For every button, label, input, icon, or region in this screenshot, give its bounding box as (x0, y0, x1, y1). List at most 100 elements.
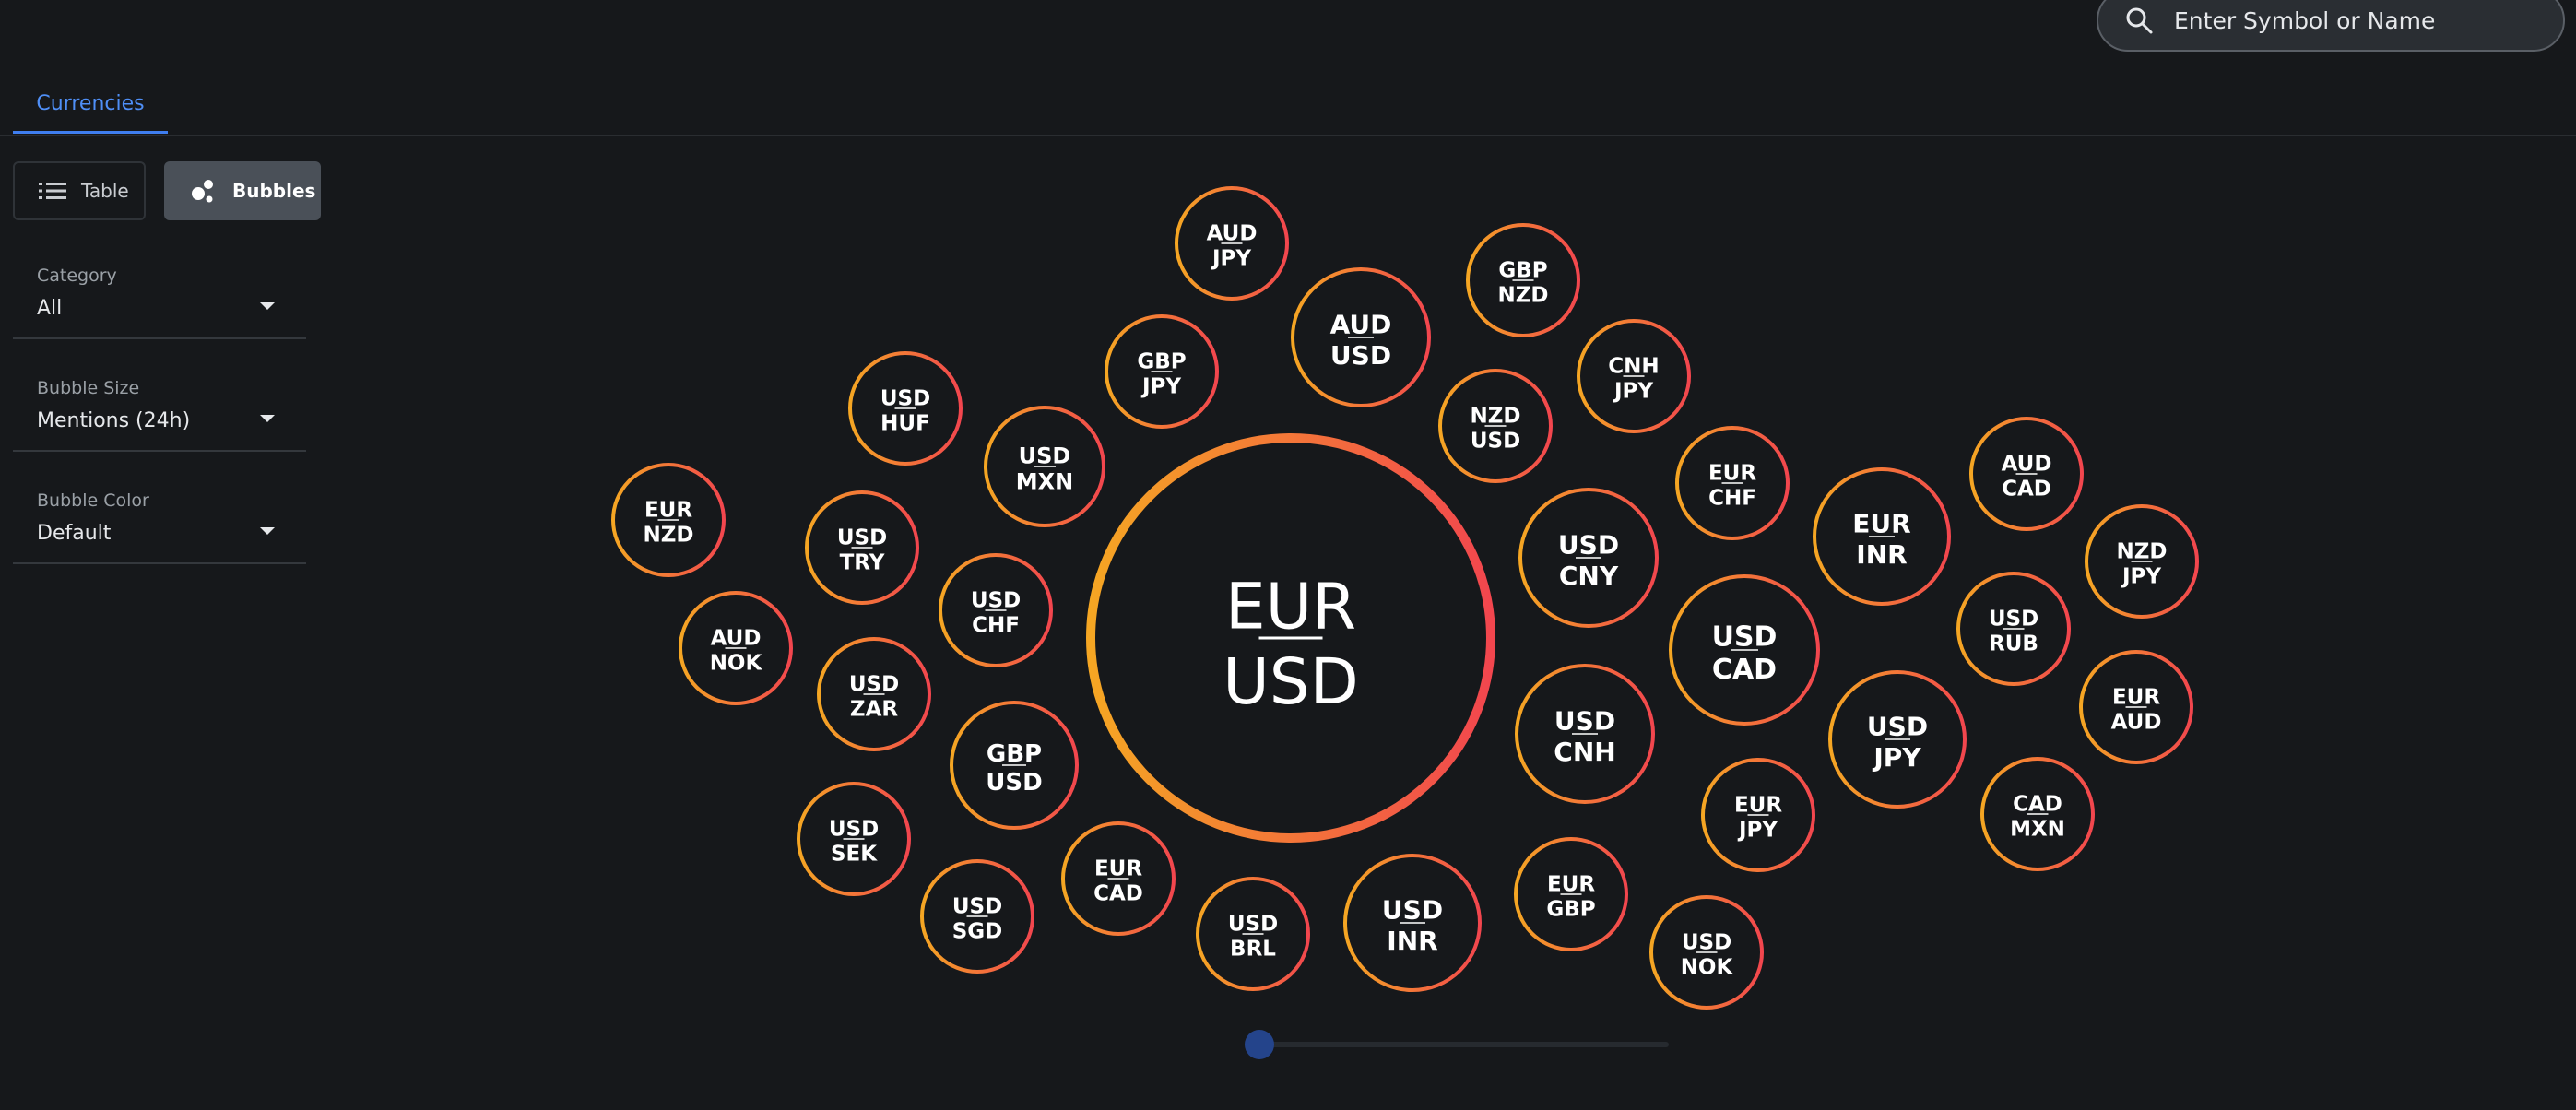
bubble-base-label: NZD (2116, 539, 2167, 563)
bubble-base-label: USD (1228, 912, 1278, 936)
bubble-base-label: CNH (1608, 354, 1659, 378)
time-slider-thumb[interactable] (1245, 1030, 1274, 1059)
bubble-eur-nzd[interactable]: EURNZD (611, 463, 726, 577)
bubble-eur-usd[interactable]: EURUSD (1086, 433, 1495, 843)
bubble-cnh-jpy[interactable]: CNHJPY (1577, 319, 1691, 433)
bubble-base-label: USD (1682, 930, 1731, 954)
bubble-quote-label: SGD (952, 920, 1003, 944)
bubble-quote-label: CAD (1093, 882, 1143, 906)
bubble-quote-label: GBP (1546, 898, 1595, 922)
bubble-base-label: USD (1382, 895, 1443, 926)
bubble-base-label: USD (952, 894, 1002, 918)
bubble-usd-jpy[interactable]: USDJPY (1828, 670, 1967, 809)
bubble-base-label: GBP (987, 740, 1042, 768)
bubble-quote-label: JPY (1613, 380, 1653, 404)
bubble-quote-label: JPY (2121, 565, 2161, 589)
bubble-usd-nok[interactable]: USDNOK (1649, 895, 1764, 1010)
bubble-eur-aud[interactable]: EURAUD (2079, 650, 2193, 764)
bubble-quote-label: CNH (1554, 737, 1615, 767)
bubble-eur-jpy[interactable]: EURJPY (1701, 758, 1815, 872)
bubble-base-label: USD (849, 672, 899, 696)
bubble-usd-sgd[interactable]: USDSGD (920, 859, 1034, 974)
bubble-base-label: AUD (1207, 221, 1258, 245)
bubble-base-label: USD (1867, 712, 1928, 742)
bubble-base-label: EUR (1708, 461, 1756, 485)
bubble-quote-label: NOK (1681, 956, 1734, 980)
bubble-quote-label: RUB (1989, 632, 2038, 656)
bubble-gbp-usd[interactable]: GBPUSD (950, 701, 1079, 830)
bubble-quote-label: NOK (710, 652, 763, 676)
bubble-quote-label: TRY (840, 551, 885, 575)
bubble-usd-inr[interactable]: USDINR (1343, 854, 1482, 992)
bubble-quote-label: JPY (1211, 247, 1251, 271)
bubble-aud-usd[interactable]: AUDUSD (1291, 267, 1431, 407)
bubble-quote-label: AUD (2111, 711, 2162, 735)
bubble-quote-label: CAD (2002, 478, 2051, 502)
bubble-eur-gbp[interactable]: EURGBP (1514, 837, 1628, 951)
bubble-base-label: EUR (1094, 856, 1142, 880)
bubble-base-label: USD (1558, 530, 1619, 561)
bubble-usd-chf[interactable]: USDCHF (939, 553, 1053, 667)
bubble-usd-cad[interactable]: USDCAD (1669, 574, 1820, 726)
bubble-quote-label: USD (1330, 340, 1391, 371)
bubble-usd-try[interactable]: USDTRY (805, 490, 919, 605)
bubble-usd-mxn[interactable]: USDMXN (984, 406, 1105, 527)
bubble-base-label: USD (837, 525, 887, 549)
bubble-usd-rub[interactable]: USDRUB (1956, 572, 2071, 686)
bubble-usd-zar[interactable]: USDZAR (817, 637, 931, 751)
bubble-base-label: USD (880, 386, 930, 410)
bubble-aud-jpy[interactable]: AUDJPY (1175, 186, 1289, 301)
bubble-base-label: CAD (2013, 792, 2062, 816)
bubble-usd-brl[interactable]: USDBRL (1196, 877, 1310, 991)
bubble-base-label: EUR (1852, 509, 1910, 539)
bubble-base-label: EUR (1225, 570, 1356, 644)
bubble-quote-label: MXN (1016, 469, 1073, 495)
bubble-quote-label: USD (1223, 645, 1358, 719)
bubble-base-label: USD (1712, 620, 1778, 653)
bubble-quote-label: JPY (1140, 375, 1181, 399)
bubble-quote-label: INR (1856, 539, 1907, 570)
bubble-eur-chf[interactable]: EURCHF (1675, 426, 1790, 540)
bubble-base-label: AUD (711, 626, 762, 650)
bubble-quote-label: CNY (1559, 561, 1619, 591)
bubble-usd-cnh[interactable]: USDCNH (1515, 664, 1655, 804)
bubble-aud-cad[interactable]: AUDCAD (1969, 417, 2084, 531)
time-slider-track[interactable] (1259, 1042, 1669, 1047)
bubble-quote-label: NZD (1497, 284, 1548, 308)
bubble-eur-cad[interactable]: EURCAD (1061, 821, 1176, 936)
bubble-quote-label: HUF (880, 412, 930, 436)
bubble-base-label: USD (1989, 607, 2038, 631)
bubble-base-label: NZD (1470, 404, 1520, 428)
bubble-base-label: GBP (1137, 349, 1186, 373)
bubble-quote-label: JPY (1737, 819, 1778, 843)
bubble-quote-label: CAD (1712, 654, 1777, 686)
bubble-aud-nok[interactable]: AUDNOK (679, 591, 793, 705)
bubble-quote-label: JPY (1872, 742, 1921, 773)
bubble-nzd-usd[interactable]: NZDUSD (1438, 369, 1553, 483)
bubble-base-label: USD (971, 588, 1021, 612)
bubble-usd-sek[interactable]: USDSEK (797, 782, 911, 896)
bubble-quote-label: SEK (831, 843, 878, 867)
bubble-eur-inr[interactable]: EURINR (1813, 467, 1951, 606)
bubble-nzd-jpy[interactable]: NZDJPY (2085, 504, 2199, 619)
bubble-base-label: USD (1554, 706, 1615, 737)
bubble-quote-label: BRL (1230, 938, 1276, 962)
bubble-quote-label: USD (986, 769, 1042, 797)
bubble-gbp-nzd[interactable]: GBPNZD (1466, 223, 1580, 337)
bubble-base-label: AUD (1330, 310, 1392, 340)
bubble-quote-label: CHF (1708, 487, 1756, 511)
bubble-usd-huf[interactable]: USDHUF (848, 351, 963, 466)
bubble-quote-label: CHF (972, 614, 1020, 638)
bubble-gbp-jpy[interactable]: GBPJPY (1105, 314, 1219, 429)
bubble-base-label: EUR (644, 498, 692, 522)
bubble-quote-label: MXN (2010, 818, 2065, 842)
bubble-usd-cny[interactable]: USDCNY (1518, 488, 1659, 628)
bubble-base-label: USD (1019, 443, 1071, 468)
bubble-cad-mxn[interactable]: CADMXN (1980, 757, 2095, 871)
bubble-quote-label: ZAR (850, 698, 898, 722)
bubble-base-label: EUR (2112, 685, 2160, 709)
bubble-base-label: GBP (1498, 258, 1547, 282)
bubble-quote-label: USD (1471, 430, 1520, 454)
bubble-base-label: USD (829, 817, 879, 841)
bubble-base-label: EUR (1547, 872, 1595, 896)
